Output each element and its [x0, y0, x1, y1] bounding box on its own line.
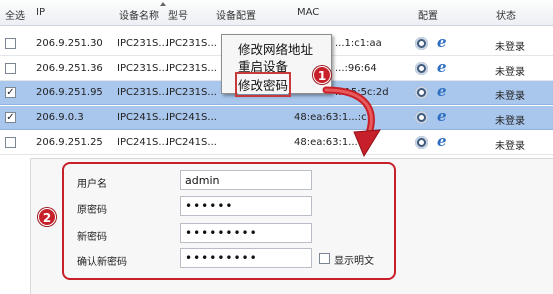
- sort-indicator-icon: [160, 2, 166, 6]
- row-device-name: IPC241S...: [117, 137, 168, 148]
- browser-e-icon[interactable]: e: [437, 60, 447, 75]
- menu-item-change-password[interactable]: 修改密码: [234, 72, 292, 97]
- username-field[interactable]: [180, 170, 312, 190]
- browser-e-icon[interactable]: e: [437, 84, 447, 99]
- context-menu: 修改网络地址 重启设备 修改密码: [221, 34, 332, 97]
- header-device-config[interactable]: 设备配置: [216, 7, 256, 22]
- row-ip: 206.9.251.25: [36, 137, 103, 148]
- row-checkbox[interactable]: ✓: [5, 112, 16, 123]
- browser-e-icon[interactable]: e: [437, 134, 447, 149]
- row-device-name: IPC241S...: [117, 112, 168, 123]
- row-model: IPC231S...: [166, 63, 217, 74]
- row-ip: 206.9.251.95: [36, 87, 103, 98]
- header-model[interactable]: 型号: [168, 7, 188, 22]
- table-header: 全选 IP 设备名称 型号 设备配置 MAC 配置 状态: [0, 0, 553, 26]
- new-password-field[interactable]: •••••••••: [180, 223, 312, 243]
- row-ip: 206.9.251.36: [36, 63, 103, 74]
- row-model: IPC241S...: [166, 112, 217, 123]
- row-device-name: IPC231S...: [117, 87, 168, 98]
- row-checkbox[interactable]: ✓: [5, 87, 16, 98]
- row-checkbox[interactable]: [5, 63, 16, 74]
- menu-item-restart-device[interactable]: 重启设备: [238, 56, 288, 75]
- row-status: 未登录: [495, 67, 525, 78]
- row-model: IPC231S...: [166, 87, 217, 98]
- table-row[interactable]: 206.9.251.25 IPC241S... IPC241S... 48:ea…: [0, 131, 553, 155]
- header-select-all[interactable]: 全选: [5, 7, 25, 22]
- browser-e-icon[interactable]: e: [437, 35, 447, 50]
- row-model: IPC231S...: [166, 38, 217, 49]
- browser-e-icon[interactable]: e: [437, 109, 447, 124]
- row-status: 未登录: [495, 141, 525, 152]
- row-status: 未登录: [495, 91, 525, 102]
- new-password-label: 新密码: [77, 232, 107, 243]
- row-status: 未登录: [495, 42, 525, 53]
- gear-icon[interactable]: [415, 62, 428, 75]
- row-device-name: IPC231S...: [117, 38, 168, 49]
- row-mac: ...1:c1:aa: [335, 38, 382, 49]
- show-plaintext-checkbox[interactable]: [319, 253, 330, 264]
- gear-icon[interactable]: [415, 111, 428, 124]
- row-checkbox[interactable]: [5, 38, 16, 49]
- row-status: 未登录: [495, 116, 525, 127]
- header-mac[interactable]: MAC: [297, 7, 319, 18]
- show-plaintext-label: 显示明文: [334, 256, 374, 267]
- red-arrow-icon: [322, 86, 381, 158]
- left-strip: [0, 158, 30, 294]
- confirm-password-label: 确认新密码: [77, 257, 127, 268]
- gear-icon[interactable]: [415, 136, 428, 149]
- header-status[interactable]: 状态: [496, 7, 516, 22]
- header-device-name[interactable]: 设备名称: [119, 7, 159, 22]
- header-ip[interactable]: IP: [36, 7, 45, 18]
- confirm-password-field[interactable]: •••••••••: [180, 248, 312, 268]
- step-2-badge: 2: [38, 208, 56, 226]
- old-password-label: 原密码: [77, 205, 107, 216]
- username-label: 用户名: [77, 179, 107, 190]
- row-mac: ...:96:64: [335, 63, 377, 74]
- row-ip: 206.9.251.30: [36, 38, 103, 49]
- old-password-field[interactable]: ••••••: [180, 196, 312, 216]
- gear-icon[interactable]: [415, 37, 428, 50]
- row-device-name: IPC231S...: [117, 63, 168, 74]
- row-model: IPC241S...: [166, 137, 217, 148]
- table-row[interactable]: ✓ 206.9.0.3 IPC241S... IPC241S... 48:ea:…: [0, 106, 553, 130]
- gear-icon[interactable]: [415, 86, 428, 99]
- row-ip: 206.9.0.3: [36, 112, 84, 123]
- header-config[interactable]: 配置: [418, 7, 438, 22]
- row-checkbox[interactable]: [5, 137, 16, 148]
- step-1-badge: 1: [313, 66, 331, 84]
